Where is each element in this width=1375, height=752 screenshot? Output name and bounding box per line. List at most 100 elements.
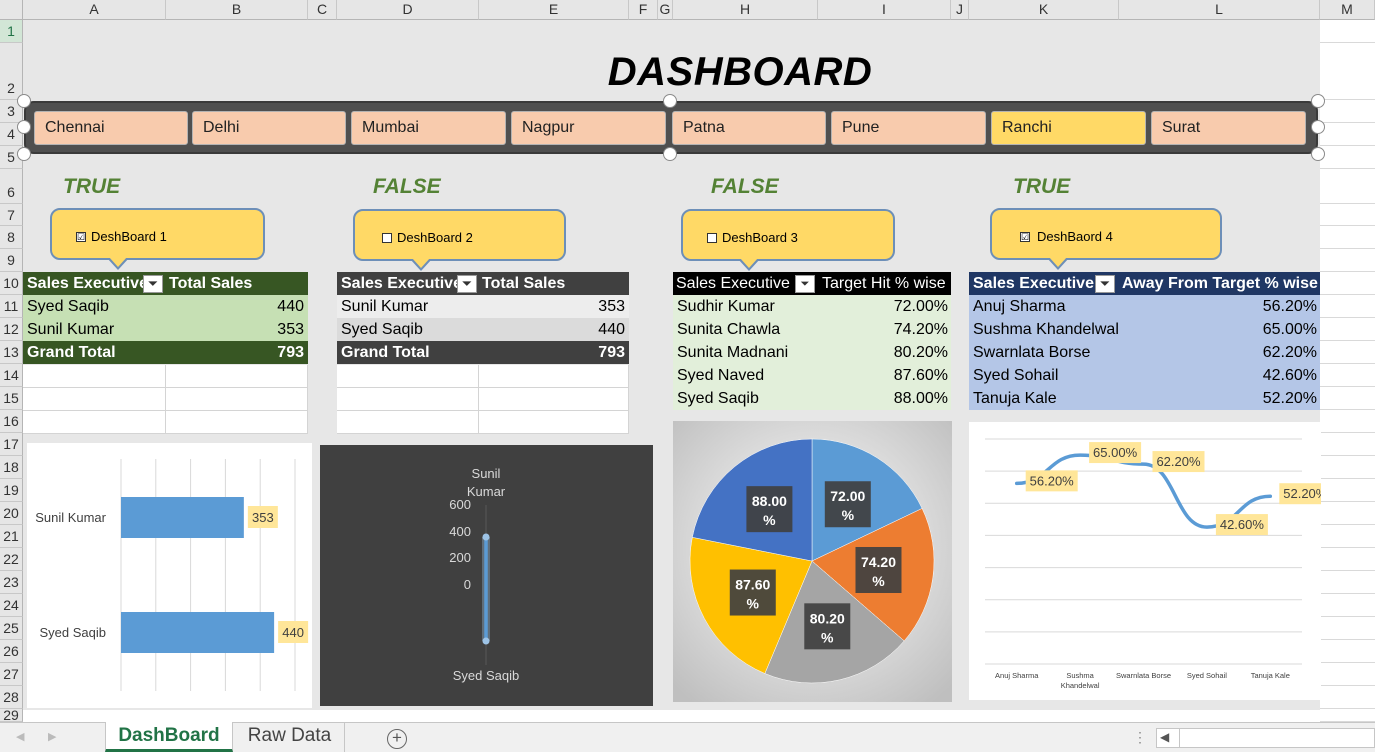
col-header[interactable]: E [479, 0, 629, 20]
row-header[interactable]: 1 [0, 20, 23, 43]
resize-handle[interactable] [17, 147, 31, 161]
pivot-row[interactable]: Syed Naved 87.60% [673, 364, 951, 387]
slicer-item-ranchi[interactable]: Ranchi [991, 111, 1146, 145]
scroll-left-icon[interactable]: ◀ [1160, 730, 1169, 744]
pivot-row[interactable]: Syed Saqib 88.00% [673, 387, 951, 410]
line-chart-total-sales[interactable]: 600 400 200 0 Sunil Kumar Syed Saqib [320, 445, 653, 706]
select-all-corner[interactable] [0, 0, 23, 20]
col-header[interactable]: A [23, 0, 166, 20]
tab-splitter-icon[interactable]: ⋮ [1133, 729, 1147, 746]
tab-dashboard[interactable]: DashBoard [105, 722, 233, 752]
cell[interactable] [337, 365, 479, 388]
pivot-row[interactable]: Sunil Kumar 353 [337, 295, 629, 318]
pivot-row[interactable]: Swarnlata Borse 62.20% [969, 341, 1320, 364]
row-header[interactable]: 17 [0, 433, 23, 456]
row-header[interactable]: 19 [0, 479, 23, 502]
resize-handle[interactable] [663, 147, 677, 161]
pivot-row[interactable]: Sunita Madnani 80.20% [673, 341, 951, 364]
row-header[interactable]: 29 [0, 708, 23, 722]
row-header[interactable]: 8 [0, 226, 23, 249]
col-header[interactable]: K [969, 0, 1119, 20]
pivot-row[interactable]: Syed Saqib 440 [337, 318, 629, 341]
pivot-row[interactable]: Sunita Chawla 74.20% [673, 318, 951, 341]
filter-sort-icon[interactable]: ⏷ [457, 275, 477, 293]
slicer-item-chennai[interactable]: Chennai [34, 111, 188, 145]
checkbox-dashboard-2[interactable] [382, 233, 392, 243]
resize-handle[interactable] [1311, 94, 1325, 108]
checkbox-dashboard-1[interactable]: ☑ [76, 232, 86, 242]
cell[interactable] [166, 411, 308, 434]
slicer-item-mumbai[interactable]: Mumbai [351, 111, 506, 145]
row-header[interactable]: 25 [0, 617, 23, 640]
cell[interactable] [479, 411, 629, 434]
row-header[interactable]: 23 [0, 571, 23, 594]
row-header[interactable]: 7 [0, 204, 23, 226]
pivot-table-3[interactable]: Sales Executive ⏷ Target Hit % wise Sudh… [673, 272, 951, 410]
cell[interactable] [166, 365, 308, 388]
col-header[interactable]: H [673, 0, 818, 20]
slicer-item-delhi[interactable]: Delhi [192, 111, 346, 145]
horizontal-scrollbar[interactable]: ◀ [1156, 728, 1375, 748]
resize-handle[interactable] [1311, 147, 1325, 161]
pie-chart-target-hit[interactable]: 72.00% 74.20% 80.20% 87.60% 88.00% [673, 421, 952, 702]
row-header[interactable]: 26 [0, 640, 23, 663]
resize-handle[interactable] [17, 120, 31, 134]
slicer-item-patna[interactable]: Patna [672, 111, 826, 145]
col-header[interactable]: C [308, 0, 337, 20]
checkbox-label[interactable]: DeshBoard 3 [722, 230, 798, 245]
checkbox-label[interactable]: DeshBaord 4 [1037, 229, 1113, 244]
row-header[interactable]: 16 [0, 410, 23, 433]
slicer-item-surat[interactable]: Surat [1151, 111, 1306, 145]
col-header[interactable]: D [337, 0, 479, 20]
cell[interactable] [23, 411, 166, 434]
pivot-row[interactable]: Syed Sohail 42.60% [969, 364, 1320, 387]
row-header[interactable]: 22 [0, 548, 23, 571]
pivot-row[interactable]: Sudhir Kumar 72.00% [673, 295, 951, 318]
col-header[interactable]: M [1320, 0, 1375, 20]
row-header[interactable]: 9 [0, 249, 23, 272]
pivot-row[interactable]: Anuj Sharma 56.20% [969, 295, 1320, 318]
cell[interactable] [23, 388, 166, 411]
cell[interactable] [166, 388, 308, 411]
row-header[interactable]: 11 [0, 295, 23, 318]
col-header[interactable]: G [658, 0, 673, 20]
cell[interactable] [337, 411, 479, 434]
checkbox-label[interactable]: DeshBoard 1 [91, 229, 167, 244]
row-header[interactable]: 10 [0, 272, 23, 295]
row-header[interactable]: 15 [0, 387, 23, 410]
row-header[interactable]: 2 [0, 43, 23, 100]
add-sheet-icon[interactable]: + [387, 729, 407, 749]
row-header[interactable]: 6 [0, 169, 23, 204]
filter-sort-icon[interactable]: ⏷ [143, 275, 163, 293]
row-header[interactable]: 14 [0, 364, 23, 387]
pivot-row[interactable]: Sunil Kumar 353 [23, 318, 308, 341]
line-chart-away-from-target[interactable]: 56.20% 65.00% 62.20% 42.60% 52.20% Anuj Sharm… [969, 422, 1321, 700]
filter-sort-icon[interactable]: ⏷ [1095, 275, 1115, 293]
scroll-tabs-left-icon[interactable]: ◀ [16, 730, 24, 743]
col-header[interactable]: F [629, 0, 658, 20]
pivot-grand-total-row[interactable]: Grand Total 793 [23, 341, 308, 364]
col-header[interactable]: B [166, 0, 308, 20]
col-header[interactable]: I [818, 0, 951, 20]
slicer-item-pune[interactable]: Pune [831, 111, 986, 145]
filter-sort-icon[interactable]: ⏷ [795, 275, 815, 293]
row-header[interactable]: 28 [0, 686, 23, 709]
pivot-table-4[interactable]: Sales Executive ⏷ Away From Target % wis… [969, 272, 1320, 410]
row-header[interactable]: 27 [0, 663, 23, 686]
pivot-grand-total-row[interactable]: Grand Total 793 [337, 341, 629, 364]
col-header[interactable]: L [1119, 0, 1320, 20]
pivot-row[interactable]: Syed Saqib 440 [23, 295, 308, 318]
city-slicer[interactable]: Chennai Delhi Mumbai Nagpur Patna Pune R… [24, 101, 1318, 154]
cell[interactable] [479, 388, 629, 411]
cell[interactable] [337, 388, 479, 411]
pivot-table-2[interactable]: Sales Executive ⏷ Total Sales Sunil Kuma… [337, 272, 629, 365]
checkbox-label[interactable]: DeshBoard 2 [397, 230, 473, 245]
row-header[interactable]: 20 [0, 502, 23, 525]
col-header[interactable]: J [951, 0, 969, 20]
row-header[interactable]: 18 [0, 456, 23, 479]
cell[interactable] [23, 365, 166, 388]
cell[interactable] [479, 365, 629, 388]
resize-handle[interactable] [17, 94, 31, 108]
scroll-tabs-right-icon[interactable]: ▶ [48, 730, 56, 743]
tab-raw-data[interactable]: Raw Data [235, 722, 345, 752]
